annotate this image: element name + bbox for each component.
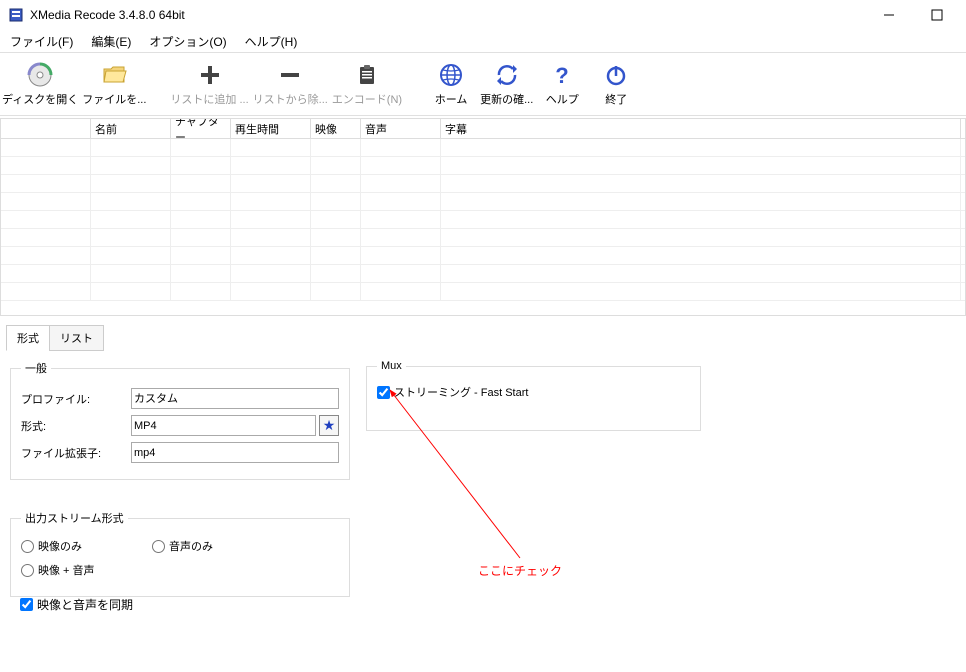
label-extension: ファイル拡張子: bbox=[21, 445, 131, 461]
home-label: ホーム bbox=[435, 91, 468, 107]
menu-options[interactable]: オプション(O) bbox=[143, 31, 232, 52]
toolbar: ディスクを開く ファイルを... リストに追加 ... リストから除... エン… bbox=[0, 52, 966, 116]
folder-icon bbox=[100, 61, 128, 89]
favorite-button[interactable]: ★ bbox=[319, 415, 339, 436]
checkbox-sync[interactable]: 映像と音声を同期 bbox=[20, 596, 133, 613]
select-extension[interactable]: mp4 bbox=[131, 442, 339, 463]
fieldset-general: 一般 プロファイル: カスタム 形式: MP4 ★ ファイル拡張子: mp4 bbox=[10, 360, 350, 480]
minimize-button[interactable] bbox=[874, 4, 904, 26]
grid-header: 名前 チャプター 再生時間 映像 音声 字幕 bbox=[1, 119, 965, 139]
open-file-button[interactable]: ファイルを... bbox=[80, 57, 148, 111]
select-format[interactable]: MP4 bbox=[131, 415, 316, 436]
fieldset-mux: Mux ストリーミング - Fast Start bbox=[366, 360, 701, 431]
update-label: 更新の確... bbox=[480, 91, 533, 107]
menu-help[interactable]: ヘルプ(H) bbox=[239, 31, 304, 52]
legend-general: 一般 bbox=[21, 360, 51, 376]
window-title: XMedia Recode 3.4.8.0 64bit bbox=[30, 8, 874, 22]
add-list-button[interactable]: リストに追加 ... bbox=[168, 57, 250, 111]
legend-mux: Mux bbox=[377, 360, 406, 372]
fieldset-stream: 出力ストリーム形式 映像のみ 音声のみ 映像 + 音声 bbox=[10, 510, 350, 597]
power-icon bbox=[602, 61, 630, 89]
help-button[interactable]: ? ヘルプ bbox=[535, 57, 589, 111]
home-button[interactable]: ホーム bbox=[424, 57, 478, 111]
label-profile: プロファイル: bbox=[21, 391, 131, 407]
open-file-label: ファイルを... bbox=[82, 91, 146, 107]
remove-list-button[interactable]: リストから除... bbox=[251, 57, 330, 111]
radio-video-only[interactable]: 映像のみ bbox=[21, 538, 82, 554]
col-chapter[interactable]: チャプター bbox=[171, 119, 231, 138]
update-button[interactable]: 更新の確... bbox=[478, 57, 535, 111]
menubar: ファイル(F) 編集(E) オプション(O) ヘルプ(H) bbox=[0, 30, 966, 52]
svg-text:?: ? bbox=[556, 63, 569, 87]
encode-button[interactable]: エンコード(N) bbox=[330, 57, 404, 111]
checkbox-streaming[interactable]: ストリーミング - Fast Start bbox=[377, 384, 690, 400]
open-disc-button[interactable]: ディスクを開く bbox=[0, 57, 80, 111]
maximize-button[interactable] bbox=[922, 4, 952, 26]
exit-label: 終了 bbox=[605, 91, 627, 107]
radio-audio-only[interactable]: 音声のみ bbox=[152, 538, 213, 554]
disc-icon bbox=[26, 61, 54, 89]
tab-format[interactable]: 形式 bbox=[6, 325, 50, 351]
col-duration[interactable]: 再生時間 bbox=[231, 119, 311, 138]
minus-icon bbox=[276, 61, 304, 89]
titlebar: XMedia Recode 3.4.8.0 64bit bbox=[0, 0, 966, 30]
menu-edit[interactable]: 編集(E) bbox=[85, 31, 137, 52]
open-disc-label: ディスクを開く bbox=[2, 91, 78, 107]
help-icon: ? bbox=[548, 61, 576, 89]
star-icon: ★ bbox=[323, 417, 336, 434]
clipboard-icon bbox=[353, 61, 381, 89]
file-grid[interactable]: 名前 チャプター 再生時間 映像 音声 字幕 bbox=[0, 118, 966, 316]
annotation-text: ここにチェック bbox=[478, 562, 562, 579]
legend-stream: 出力ストリーム形式 bbox=[21, 510, 128, 526]
col-video[interactable]: 映像 bbox=[311, 119, 361, 138]
tab-list[interactable]: リスト bbox=[49, 325, 104, 351]
refresh-icon bbox=[493, 61, 521, 89]
add-list-label: リストに追加 ... bbox=[170, 91, 248, 107]
select-profile[interactable]: カスタム bbox=[131, 388, 339, 409]
app-icon bbox=[8, 7, 24, 23]
remove-list-label: リストから除... bbox=[253, 91, 328, 107]
col-name[interactable]: 名前 bbox=[91, 119, 171, 138]
tab-bar: 形式 リスト bbox=[0, 324, 966, 350]
col-subtitle[interactable]: 字幕 bbox=[441, 119, 961, 138]
help-label: ヘルプ bbox=[546, 91, 579, 107]
exit-button[interactable]: 終了 bbox=[589, 57, 643, 111]
label-format: 形式: bbox=[21, 418, 131, 434]
radio-video-audio[interactable]: 映像 + 音声 bbox=[21, 562, 95, 578]
encode-label: エンコード(N) bbox=[332, 91, 402, 107]
col-audio[interactable]: 音声 bbox=[361, 119, 441, 138]
plus-icon bbox=[196, 61, 224, 89]
menu-file[interactable]: ファイル(F) bbox=[4, 31, 79, 52]
globe-icon bbox=[437, 61, 465, 89]
